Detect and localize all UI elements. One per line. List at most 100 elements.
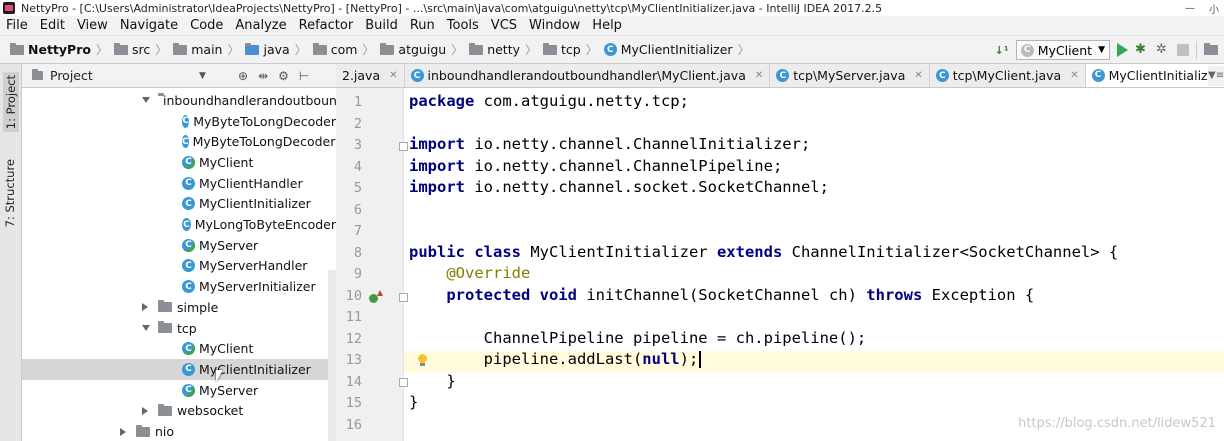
breadcrumb-src[interactable]: src 〉 <box>108 41 167 58</box>
hide-icon[interactable]: ⊢ <box>299 69 309 83</box>
tree-class-item[interactable]: C MyClientHandler <box>22 173 336 194</box>
sort-icon[interactable]: ↓¹ <box>995 44 1009 57</box>
view-mode-dropdown-icon[interactable]: ▼ <box>199 71 206 81</box>
tree-item-label: MyServerHandler <box>199 258 308 274</box>
breadcrumb-separator: 〉 <box>227 43 240 57</box>
chevron-right-icon[interactable] <box>142 303 148 312</box>
editor-tab[interactable]: Ctcp\MyClient.java ✕ <box>929 64 1086 87</box>
line-number: 2 <box>353 115 362 132</box>
menu-run[interactable]: Run <box>404 18 441 33</box>
tree-folder[interactable]: tcp <box>22 318 336 339</box>
menu-build[interactable]: Build <box>359 18 404 33</box>
coverage-button[interactable]: ✲ <box>1156 43 1170 57</box>
tree-class-item[interactable]: C MyByteToLongDecoder <box>22 111 336 132</box>
menu-refactor[interactable]: Refactor <box>293 18 360 33</box>
tab-list-icon[interactable]: ▼≡ <box>1208 66 1224 86</box>
code-token: package <box>409 92 484 110</box>
tree-class-item[interactable]: C MyByteToLongDecoder2 <box>22 131 336 152</box>
chevron-right-icon[interactable] <box>142 406 148 415</box>
tree-scrollbar[interactable] <box>328 270 336 441</box>
gear-icon[interactable]: ⚙ <box>278 69 289 83</box>
code-line: } <box>409 372 455 390</box>
runnable-class-icon: C <box>182 238 195 252</box>
run-button[interactable] <box>1117 43 1128 57</box>
breadcrumb-main[interactable]: main 〉 <box>167 41 239 58</box>
tree-class-item[interactable]: C MyServer <box>22 380 336 401</box>
collapse-icon[interactable]: ⇹ <box>258 69 268 83</box>
debug-button[interactable]: ✱ <box>1135 43 1149 57</box>
editor-tab[interactable]: Cinboundhandlerandoutboundhandler\MyClie… <box>404 64 771 87</box>
minimize-button[interactable]: — <box>1176 0 1204 16</box>
run-configuration-select[interactable]: C MyClient ▼ <box>1015 40 1110 60</box>
editor-tab[interactable]: CMyClientInitializer.java✕ <box>1085 64 1224 87</box>
menu-tools[interactable]: Tools <box>441 18 485 33</box>
code-line: ChannelPipeline pipeline = ch.pipeline()… <box>409 329 867 347</box>
class-icon: C <box>182 135 189 149</box>
menu-navigate[interactable]: Navigate <box>114 18 184 33</box>
menu-bar: File Edit View Navigate Code Analyze Ref… <box>0 16 1224 36</box>
chevron-right-icon[interactable] <box>120 427 126 436</box>
tree-class-item[interactable]: C MyServer <box>22 235 336 256</box>
code-editor[interactable]: package com.atguigu.netty.tcp; import io.… <box>404 88 1224 441</box>
tree-class-item[interactable]: C MyClient <box>22 152 336 173</box>
stop-button[interactable] <box>1177 44 1189 56</box>
breadcrumb-tcp[interactable]: tcp 〉 <box>537 41 598 58</box>
fold-marker[interactable] <box>399 378 408 387</box>
class-icon: C <box>603 43 617 56</box>
menu-code[interactable]: Code <box>184 18 229 33</box>
menu-edit[interactable]: Edit <box>34 18 71 33</box>
class-icon: C <box>1091 68 1105 82</box>
breadcrumb-netty[interactable]: netty 〉 <box>463 41 537 58</box>
tree-item-label: MyServer <box>199 382 259 398</box>
class-icon: C <box>182 280 195 294</box>
editor-tab[interactable]: Ctcp\MyServer.java ✕ <box>770 64 930 87</box>
tab-structure[interactable]: 7: Structure <box>3 159 17 227</box>
chevron-down-icon[interactable] <box>142 325 150 332</box>
tree-class-item[interactable]: C MyClientInitializer <box>22 194 336 215</box>
tree-folder[interactable]: nio <box>22 421 336 441</box>
code-token: com.atguigu.netty.tcp; <box>483 92 689 110</box>
menu-analyze[interactable]: Analyze <box>229 18 292 33</box>
tree-class-item[interactable]: C MyServerInitializer <box>22 276 336 297</box>
fold-marker[interactable] <box>399 142 408 151</box>
editor-tab[interactable]: 2.java ✕ <box>336 64 405 87</box>
menu-help[interactable]: Help <box>586 18 628 33</box>
tree-class-item[interactable]: C MyClientInitializer <box>22 359 336 380</box>
tree-item-label: MyByteToLongDecoder <box>193 113 336 129</box>
runnable-class-icon: C <box>182 383 195 397</box>
code-token: io.netty.channel.socket.SocketChannel; <box>474 178 829 196</box>
breadcrumb-java[interactable]: java 〉 <box>239 41 307 58</box>
breadcrumb-atguigu[interactable]: atguigu 〉 <box>374 41 463 58</box>
tree-folder[interactable]: inboundhandlerandoutboundhandler <box>22 90 336 111</box>
tree-class-item[interactable]: C MyClient <box>22 338 336 359</box>
class-icon: C <box>182 362 195 376</box>
menu-window[interactable]: Window <box>523 18 586 33</box>
fold-marker[interactable] <box>399 293 408 302</box>
breadcrumb-class[interactable]: C MyClientInitializer 〉 <box>598 41 750 58</box>
menu-file[interactable]: File <box>0 18 34 33</box>
code-token: import <box>409 135 475 153</box>
project-structure-icon[interactable] <box>1204 43 1218 55</box>
menu-vcs[interactable]: VCS <box>485 18 523 33</box>
tree-folder[interactable]: websocket <box>22 401 336 422</box>
menu-view[interactable]: View <box>71 18 114 33</box>
code-token: } <box>409 393 419 411</box>
locate-icon[interactable]: ⊕ <box>238 69 248 83</box>
tree-item-label: MyClientInitializer <box>199 196 311 212</box>
breadcrumb-project[interactable]: NettyPro 〉 <box>0 41 108 58</box>
close-icon[interactable]: ✕ <box>389 70 397 81</box>
lightbulb-icon[interactable] <box>417 354 428 367</box>
close-icon[interactable]: ✕ <box>914 70 922 81</box>
tree-class-item[interactable]: C MyServerHandler <box>22 256 336 277</box>
chevron-down-icon[interactable] <box>142 97 150 104</box>
close-icon[interactable]: ✕ <box>1070 70 1078 81</box>
tree-folder[interactable]: simple <box>22 297 336 318</box>
line-number: 14 <box>345 373 362 390</box>
line-number: 1 <box>353 94 362 110</box>
tab-project[interactable]: 1: Project <box>3 72 19 133</box>
tree-class-item[interactable]: C MyLongToByteEncoder <box>22 214 336 235</box>
close-icon[interactable]: ✕ <box>755 70 763 81</box>
code-token: ); <box>679 350 699 368</box>
breadcrumb-com[interactable]: com 〉 <box>307 41 374 58</box>
